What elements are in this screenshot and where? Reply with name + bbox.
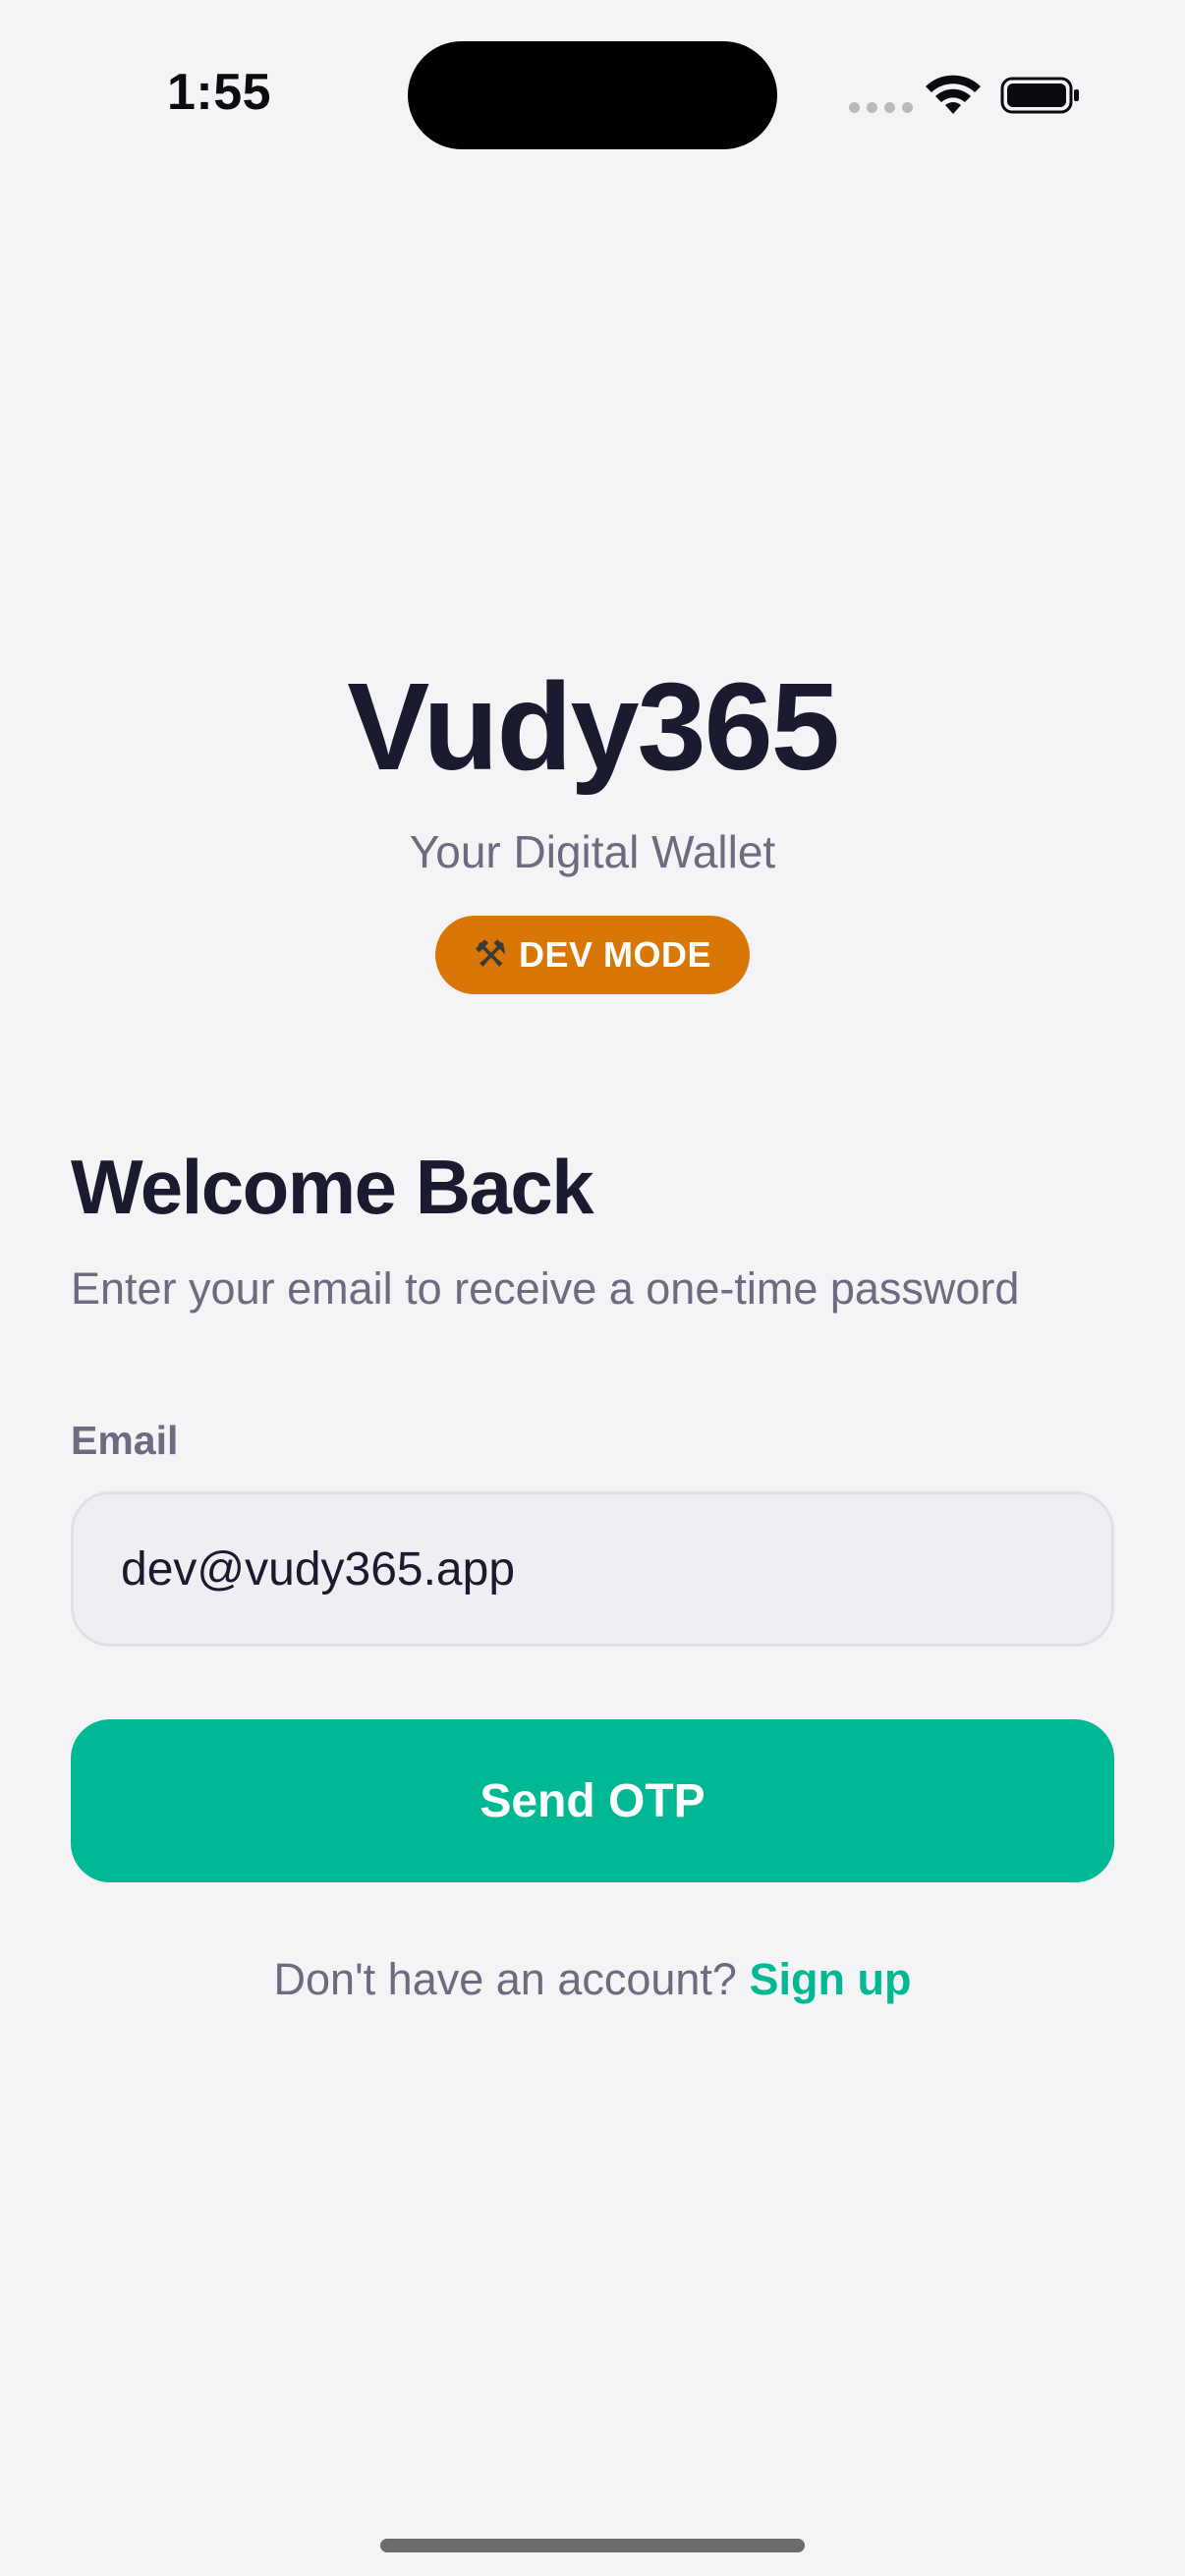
battery-icon (1000, 77, 1079, 114)
signup-link[interactable]: Sign up (749, 1954, 911, 2004)
send-otp-button[interactable]: Send OTP (71, 1719, 1114, 1882)
dev-mode-badge: ⚒ DEV MODE (435, 916, 750, 994)
app-title: Vudy365 (347, 657, 840, 796)
wifi-icon (926, 75, 981, 114)
dev-mode-label: DEV MODE (519, 934, 712, 975)
home-indicator[interactable] (380, 2539, 805, 2552)
status-time: 1:55 (167, 64, 272, 121)
welcome-heading: Welcome Back (71, 1144, 594, 1230)
email-field[interactable] (71, 1491, 1114, 1647)
dynamic-island (408, 41, 777, 149)
cellular-signal-icon (849, 102, 913, 113)
signup-prompt: Don't have an account? (273, 1954, 737, 2004)
signup-row: Don't have an account? Sign up (0, 1950, 1185, 2009)
app-subtitle: Your Digital Wallet (409, 826, 776, 877)
login-screen: 1:55 Vudy365 Your Digital Wallet ⚒ DEV M… (0, 0, 1185, 2576)
hammer-and-wrench-icon: ⚒ (473, 934, 508, 976)
email-label: Email (71, 1418, 179, 1463)
welcome-description: Enter your email to receive a one-time p… (71, 1263, 1020, 1314)
